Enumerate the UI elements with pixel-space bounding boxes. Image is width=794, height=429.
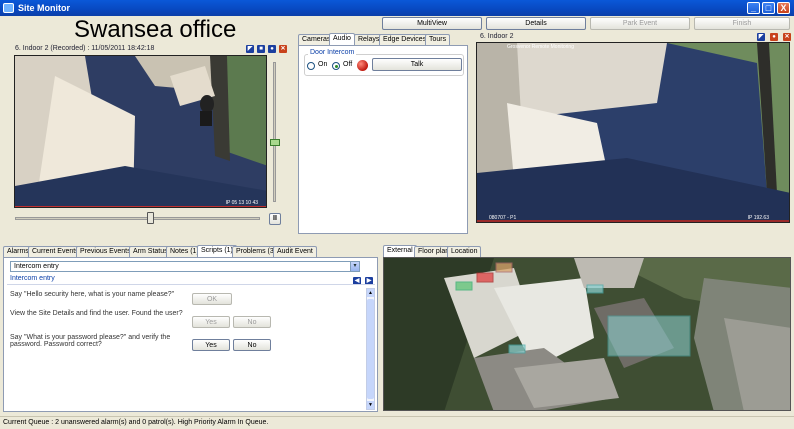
- script-select[interactable]: Intercom entry ▾: [10, 261, 360, 272]
- site-map[interactable]: [383, 257, 791, 411]
- tab-audio[interactable]: Audio: [329, 33, 355, 45]
- record-icon[interactable]: ●: [770, 33, 778, 41]
- left-camera-label: 6. Indoor 2 (Recorded) : 11/05/2011 18:4…: [15, 45, 155, 52]
- left-camera-scene: [15, 56, 266, 207]
- intercom-status-icon: [357, 60, 368, 71]
- scripts-panel: Intercom entry ▾ Intercom entry ◀ ▶ Say …: [3, 257, 378, 412]
- no-button[interactable]: No: [233, 339, 271, 351]
- yes-button[interactable]: Yes: [192, 316, 230, 328]
- intercom-on-label: On: [318, 61, 328, 68]
- script-step-1-text: Say "Hello security here, what is your n…: [10, 291, 175, 298]
- status-bar: Current Queue : 2 unanswered alarm(s) an…: [0, 416, 794, 429]
- multiview-button[interactable]: MultiView: [382, 17, 482, 30]
- park-event-button[interactable]: Park Event: [590, 17, 690, 30]
- right-camera-video[interactable]: Grosvenor Remote Monitoring 080707 - P1 …: [476, 42, 790, 223]
- tab-location[interactable]: Location: [447, 246, 482, 257]
- right-osd-bottom-left: 080707 - P1: [489, 215, 517, 221]
- status-text: Current Queue : 2 unanswered alarm(s) an…: [3, 419, 269, 426]
- script-select-value: Intercom entry: [14, 263, 59, 270]
- window-title: Site Monitor: [18, 3, 70, 13]
- left-camera-video[interactable]: IP 05 13 10 43: [14, 55, 267, 208]
- tab-previous-events[interactable]: Previous Events: [76, 246, 135, 257]
- app-icon: [3, 3, 14, 13]
- site-title: Swansea office: [74, 16, 237, 43]
- maximize-button[interactable]: □: [762, 2, 775, 14]
- scrollbar[interactable]: ▲ ▼: [366, 288, 375, 410]
- ptz-icon[interactable]: ◤: [757, 33, 765, 41]
- right-osd-bottom-right: IP 192.63: [747, 215, 769, 221]
- tab-edge-devices[interactable]: Edge Devices: [379, 34, 431, 45]
- talk-button[interactable]: Talk: [372, 58, 462, 71]
- tab-external[interactable]: External: [383, 245, 417, 257]
- tab-current-events[interactable]: Current Events: [28, 246, 83, 257]
- ok-button[interactable]: OK: [192, 293, 232, 305]
- chevron-down-icon[interactable]: ▾: [350, 262, 359, 271]
- right-osd-top: Grosvenor Remote Monitoring: [507, 44, 574, 50]
- divider: [7, 284, 375, 285]
- close-camera-icon[interactable]: ✕: [783, 33, 791, 41]
- close-button[interactable]: X: [777, 2, 790, 14]
- intercom-on-radio[interactable]: [307, 62, 315, 70]
- snapshot-icon[interactable]: ●: [268, 45, 276, 53]
- title-bar: Site Monitor: [0, 0, 794, 16]
- right-camera-scene: [477, 43, 789, 222]
- right-camera-label: 6. Indoor 2: [480, 33, 514, 40]
- script-step-3-text: Say "What is your password please?" and …: [10, 334, 171, 348]
- script-group-label: Intercom entry: [8, 275, 57, 282]
- tab-tours[interactable]: Tours: [425, 34, 451, 45]
- zoom-slider-thumb[interactable]: [270, 139, 280, 146]
- intercom-off-radio[interactable]: [332, 62, 340, 70]
- tab-audit-event[interactable]: Audit Event: [273, 246, 317, 257]
- ptz-icon[interactable]: ◤: [246, 45, 254, 53]
- audio-panel: Door Intercom On Off Talk: [298, 45, 468, 234]
- record-icon[interactable]: ■: [257, 45, 265, 53]
- yes-button[interactable]: Yes: [192, 339, 230, 351]
- pause-button[interactable]: II: [269, 213, 281, 225]
- door-intercom-label: Door Intercom: [308, 49, 357, 56]
- finish-button[interactable]: Finish: [694, 17, 790, 30]
- scrollbar-thumb[interactable]: [367, 299, 374, 399]
- intercom-off-label: Off: [343, 61, 353, 68]
- timeline-slider-thumb[interactable]: [147, 212, 154, 224]
- scroll-up-icon[interactable]: ▲: [367, 289, 374, 297]
- details-button[interactable]: Details: [486, 17, 586, 30]
- left-osd-text: IP 05 13 10 43: [225, 200, 258, 206]
- timeline-slider-track[interactable]: [15, 217, 260, 220]
- tab-scripts[interactable]: Scripts (1): [197, 245, 237, 257]
- scroll-down-icon[interactable]: ▼: [367, 401, 374, 409]
- close-camera-icon[interactable]: ✕: [279, 45, 287, 53]
- minimize-button[interactable]: _: [747, 2, 760, 14]
- aerial-map-image: [384, 258, 790, 410]
- no-button[interactable]: No: [233, 316, 271, 328]
- script-step-2-text: View the Site Details and find the user.…: [10, 310, 183, 317]
- zoom-slider-track[interactable]: [273, 62, 276, 202]
